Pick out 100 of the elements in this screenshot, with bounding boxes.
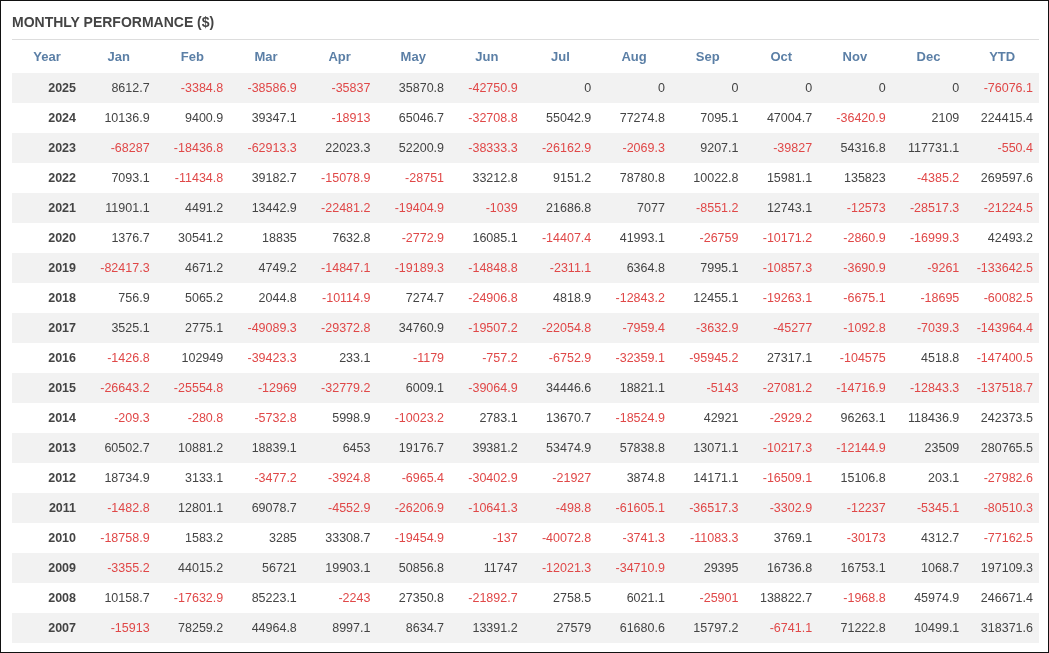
table-cell: 16085.1: [450, 223, 524, 253]
table-cell: 0: [891, 73, 966, 103]
table-cell: 27350.8: [376, 583, 451, 613]
table-cell: 4312.7: [891, 523, 966, 553]
table-cell: -14716.9: [818, 373, 892, 403]
table-cell: -3355.2: [82, 553, 156, 583]
table-cell: -39423.3: [229, 343, 303, 373]
table-cell: 13071.1: [670, 433, 745, 463]
table-cell: -147400.5: [965, 343, 1039, 373]
table-cell: -32708.8: [450, 103, 524, 133]
table-cell: -42750.9: [450, 73, 524, 103]
column-header: Apr: [302, 40, 377, 73]
table-cell: -11083.3: [670, 523, 745, 553]
table-cell: 756.9: [82, 283, 156, 313]
table-cell: 2775.1: [155, 313, 230, 343]
table-cell: 13391.2: [450, 613, 524, 643]
table-cell: -3477.2: [229, 463, 303, 493]
table-cell: -39827: [744, 133, 819, 163]
table-cell: 35870.8: [376, 73, 451, 103]
table-cell: 85223.1: [229, 583, 303, 613]
table-cell: 18734.9: [82, 463, 156, 493]
table-cell: 21686.8: [523, 193, 598, 223]
table-cell: -61605.1: [597, 493, 671, 523]
table-cell: -2929.2: [744, 403, 819, 433]
table-cell: 3874.8: [597, 463, 671, 493]
table-cell: 44015.2: [155, 553, 230, 583]
table-cell: 9207.1: [670, 133, 745, 163]
table-cell: 4518.8: [891, 343, 966, 373]
table-cell: 135823: [818, 163, 892, 193]
table-cell: -26206.9: [376, 493, 451, 523]
table-cell: 39347.1: [229, 103, 303, 133]
table-cell: 33212.8: [450, 163, 524, 193]
column-header: Jun: [450, 40, 524, 73]
year-cell: 2016: [12, 343, 82, 373]
year-cell: 2014: [12, 403, 82, 433]
table-cell: -26643.2: [82, 373, 156, 403]
table-cell: 4671.2: [155, 253, 230, 283]
table-cell: 6021.1: [597, 583, 671, 613]
table-cell: 30541.2: [155, 223, 230, 253]
table-cell: -36517.3: [670, 493, 745, 523]
year-cell: 2017: [12, 313, 82, 343]
table-cell: 18839.1: [229, 433, 303, 463]
table-cell: -27982.6: [965, 463, 1039, 493]
year-cell: 2015: [12, 373, 82, 403]
table-cell: 2109: [891, 103, 966, 133]
table-cell: -10023.2: [376, 403, 451, 433]
table-cell: -4385.2: [891, 163, 966, 193]
year-cell: 2010: [12, 523, 82, 553]
table-cell: -27081.2: [744, 373, 819, 403]
table-cell: 42921: [670, 403, 745, 433]
table-cell: 2783.1: [450, 403, 524, 433]
table-cell: -10171.2: [744, 223, 819, 253]
table-cell: 19176.7: [376, 433, 451, 463]
table-cell: -1092.8: [818, 313, 892, 343]
table-cell: -40072.8: [523, 523, 598, 553]
table-cell: 12743.1: [744, 193, 819, 223]
table-cell: 34446.6: [523, 373, 598, 403]
table-cell: 96263.1: [818, 403, 892, 433]
table-cell: 7995.1: [670, 253, 745, 283]
table-cell: 15981.1: [744, 163, 819, 193]
table-cell: 61680.6: [597, 613, 671, 643]
table-cell: -25901: [670, 583, 745, 613]
table-cell: -10114.9: [302, 283, 377, 313]
table-cell: -15913: [82, 613, 156, 643]
table-cell: -9261: [891, 253, 966, 283]
table-cell: 102949: [155, 343, 230, 373]
table-cell: -6741.1: [744, 613, 819, 643]
table-cell: 269597.6: [965, 163, 1039, 193]
table-cell: -16999.3: [891, 223, 966, 253]
table-cell: 10136.9: [82, 103, 156, 133]
table-cell: 78259.2: [155, 613, 230, 643]
table-cell: -11434.8: [155, 163, 230, 193]
table-cell: 138822.7: [744, 583, 819, 613]
table-cell: -3741.3: [597, 523, 671, 553]
table-cell: 280765.5: [965, 433, 1039, 463]
table-cell: -2772.9: [376, 223, 451, 253]
table-cell: -2860.9: [818, 223, 892, 253]
table-cell: -12969: [229, 373, 303, 403]
column-header: Dec: [891, 40, 966, 73]
table-cell: 45974.9: [891, 583, 966, 613]
column-header: Aug: [597, 40, 671, 73]
table-cell: -18524.9: [597, 403, 671, 433]
table-cell: -21224.5: [965, 193, 1039, 223]
table-cell: -15078.9: [302, 163, 377, 193]
table-cell: 3285: [229, 523, 303, 553]
year-cell: 2021: [12, 193, 82, 223]
table-cell: 3133.1: [155, 463, 230, 493]
table-cell: 2044.8: [229, 283, 303, 313]
table-cell: 1068.7: [891, 553, 966, 583]
table-cell: -17632.9: [155, 583, 230, 613]
table-cell: 57838.8: [597, 433, 671, 463]
table-cell: 27579: [523, 613, 598, 643]
table-cell: -19263.1: [744, 283, 819, 313]
table-cell: 224415.4: [965, 103, 1039, 133]
table-cell: 16753.1: [818, 553, 892, 583]
table-cell: -76076.1: [965, 73, 1039, 103]
table-cell: 6009.1: [376, 373, 451, 403]
table-cell: 7093.1: [82, 163, 156, 193]
table-cell: -36420.9: [818, 103, 892, 133]
table-cell: 39381.2: [450, 433, 524, 463]
